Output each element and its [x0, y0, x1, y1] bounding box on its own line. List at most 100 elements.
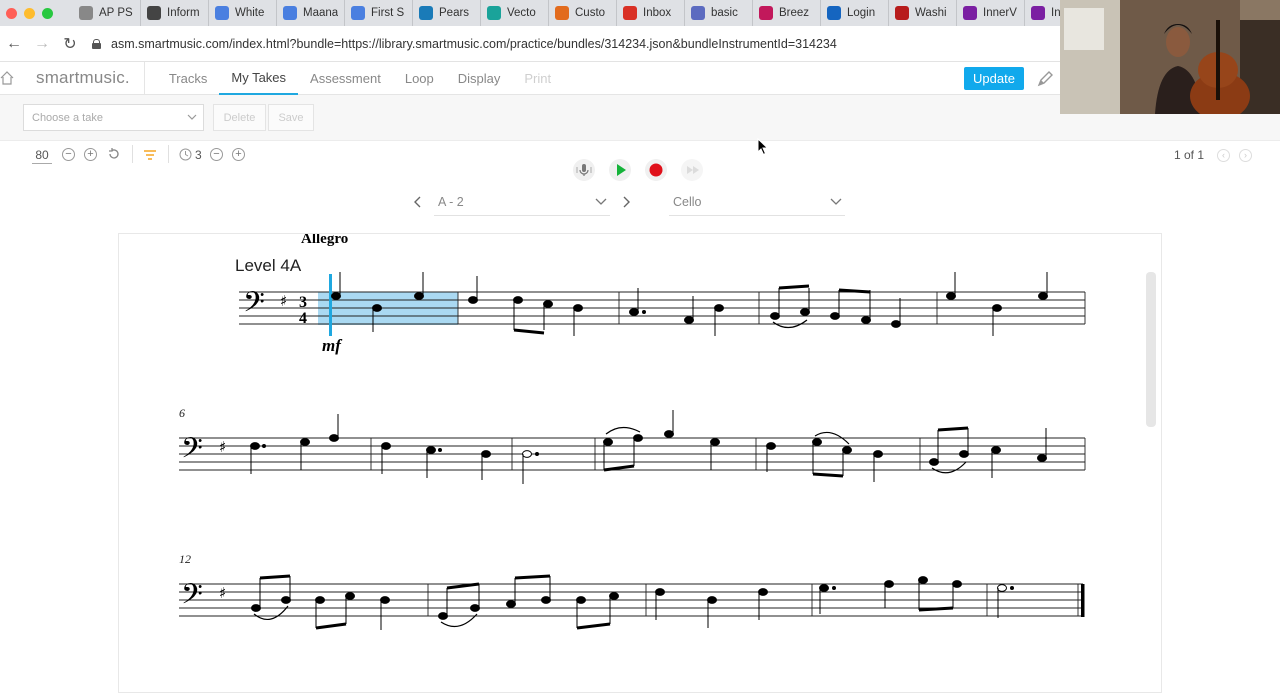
- update-button[interactable]: Update: [964, 67, 1024, 90]
- page-count: 1 of 1: [1174, 148, 1205, 162]
- instrument-select[interactable]: Cello: [673, 195, 702, 209]
- browser-tab[interactable]: Custo: [549, 0, 617, 26]
- play-icon[interactable]: [608, 158, 632, 182]
- tempo-marking: Allegro: [301, 234, 348, 247]
- chevron-right-icon[interactable]: [621, 196, 631, 208]
- menu-loop[interactable]: Loop: [393, 62, 446, 95]
- reload-button[interactable]: ↻: [56, 34, 84, 54]
- measure-number-6: 6: [179, 406, 185, 420]
- key-signature-sharp: ♯: [280, 292, 287, 310]
- maximize-window-button[interactable]: [42, 7, 53, 19]
- browser-tab[interactable]: Maana: [277, 0, 345, 26]
- etsy-icon: [555, 6, 569, 20]
- previous-page-button[interactable]: ‹: [1217, 149, 1230, 162]
- reset-tempo-icon[interactable]: [107, 147, 121, 161]
- playback-take-icon: [681, 159, 703, 181]
- save-button[interactable]: Save: [268, 104, 314, 131]
- classroom-icon: [147, 6, 161, 20]
- webcam-video: [1060, 0, 1280, 114]
- browser-tab-label: AP PS: [99, 7, 133, 19]
- forward-button[interactable]: →: [28, 35, 56, 53]
- home-icon[interactable]: [0, 71, 14, 85]
- browser-tab-label: Maana: [303, 7, 338, 19]
- browser-tab[interactable]: Pears: [413, 0, 481, 26]
- exercise-select-underline: [434, 215, 610, 216]
- key-signature-sharp-2: ♯: [219, 438, 226, 456]
- playback-toolbar: 80 − + 3 − + 1 of 1 ‹ ›: [0, 141, 1280, 191]
- login-icon: [827, 6, 841, 20]
- browser-tab[interactable]: Washi: [889, 0, 957, 26]
- webcam-overlay: [1060, 0, 1280, 114]
- browser-tab-label: First S: [371, 7, 405, 19]
- take-select-placeholder: Choose a take: [32, 111, 103, 124]
- browser-tab[interactable]: InnerV: [957, 0, 1025, 26]
- doc-icon: [351, 6, 365, 20]
- chevron-left-icon[interactable]: [413, 196, 423, 208]
- browser-tab[interactable]: Vecto: [481, 0, 549, 26]
- notes-system-2: [250, 410, 1047, 484]
- breeze-icon: [759, 6, 773, 20]
- staff-system-3: 12 𝄢 ♯: [179, 552, 1085, 630]
- browser-tab-label: Washi: [915, 7, 947, 19]
- menu-assessment[interactable]: Assessment: [298, 62, 393, 95]
- dynamic-marking: mf: [322, 336, 343, 355]
- bass-clef-2: 𝄢: [181, 432, 203, 472]
- tuner-lines-icon[interactable]: [143, 149, 157, 161]
- instrument-chevron-down-icon[interactable]: [830, 197, 842, 207]
- browser-tab[interactable]: Inbox: [617, 0, 685, 26]
- close-window-button[interactable]: [6, 7, 17, 19]
- delete-button[interactable]: Delete: [213, 104, 266, 131]
- browser-tab[interactable]: basic: [685, 0, 753, 26]
- countoff-decrease-button[interactable]: −: [210, 148, 223, 161]
- main-menu: Tracks My Takes Assessment Loop Display …: [157, 62, 563, 95]
- browser-tab[interactable]: White: [209, 0, 277, 26]
- menu-print: Print: [524, 70, 552, 86]
- exercise-chevron-down-icon[interactable]: [595, 197, 607, 207]
- countoff-value: 3: [195, 148, 202, 162]
- browser-tab[interactable]: Breez: [753, 0, 821, 26]
- inner-icon: [963, 6, 977, 20]
- browser-tab[interactable]: AP PS: [73, 0, 141, 26]
- pearson-icon: [419, 6, 433, 20]
- bass-clef-3: 𝄢: [181, 578, 203, 618]
- browser-tab-label: Inbox: [643, 7, 672, 19]
- url-text: asm.smartmusic.com/index.html?bundle=htt…: [111, 36, 837, 51]
- chevron-down-icon: [187, 114, 197, 120]
- smartmusic-logo: smartmusic.: [36, 68, 130, 87]
- microphone-icon[interactable]: [572, 158, 596, 182]
- header-divider: [143, 62, 145, 94]
- browser-tab-label: Custo: [575, 7, 606, 19]
- browser-tab-label: Vecto: [507, 7, 536, 19]
- menu-my-takes[interactable]: My Takes: [219, 62, 299, 95]
- next-page-button[interactable]: ›: [1239, 149, 1252, 162]
- choose-take-select[interactable]: Choose a take: [23, 104, 204, 131]
- doc-icon: [283, 6, 297, 20]
- url-field[interactable]: asm.smartmusic.com/index.html?bundle=htt…: [92, 37, 837, 51]
- browser-tab[interactable]: Inform: [141, 0, 209, 26]
- minimize-window-button[interactable]: [24, 7, 35, 19]
- back-button[interactable]: ←: [0, 35, 28, 53]
- inner-icon: [1031, 6, 1045, 20]
- browser-tab-label: Breez: [779, 7, 810, 19]
- exercise-select[interactable]: A - 2: [438, 195, 464, 209]
- browser-tab-label: Login: [847, 7, 876, 19]
- sheet-music[interactable]: Allegro Level 4A 𝄢 ♯ 3 4 mf 6 𝄢 ♯ 12 𝄢 ♯: [118, 231, 1162, 693]
- score-scrollbar[interactable]: [1146, 272, 1156, 427]
- tempo-increase-button[interactable]: +: [84, 148, 97, 161]
- instrument-select-underline: [669, 215, 845, 216]
- final-barline: [1081, 584, 1085, 617]
- window-controls: [0, 7, 73, 19]
- countoff-increase-button[interactable]: +: [232, 148, 245, 161]
- pencil-icon[interactable]: [1036, 70, 1054, 88]
- notation-canvas: Allegro Level 4A 𝄢 ♯ 3 4 mf 6 𝄢 ♯ 12 𝄢 ♯: [179, 231, 1086, 630]
- vector-icon: [487, 6, 501, 20]
- menu-display[interactable]: Display: [446, 62, 513, 95]
- browser-tab-label: basic: [711, 7, 738, 19]
- tempo-decrease-button[interactable]: −: [62, 148, 75, 161]
- tempo-value[interactable]: 80: [32, 148, 52, 164]
- menu-tracks[interactable]: Tracks: [157, 62, 220, 95]
- browser-tab[interactable]: Login: [821, 0, 889, 26]
- record-icon[interactable]: [644, 158, 668, 182]
- time-sig-top: 3: [299, 294, 307, 311]
- browser-tab[interactable]: First S: [345, 0, 413, 26]
